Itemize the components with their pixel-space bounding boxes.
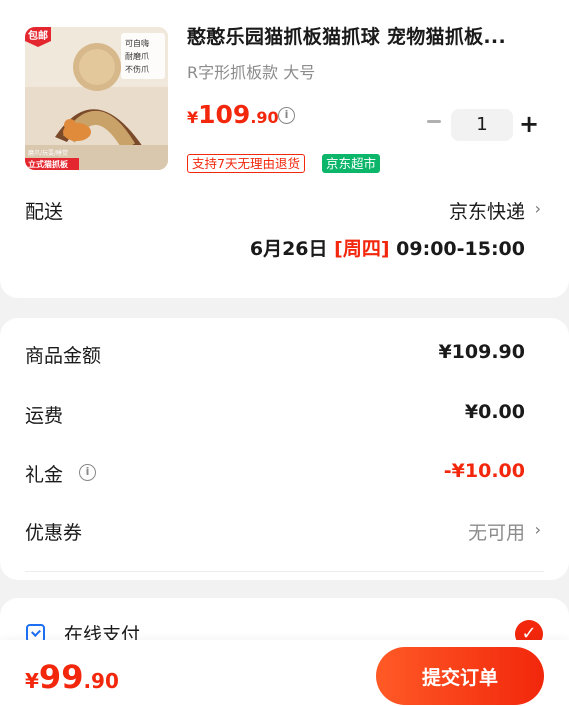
product-spec[interactable]: R字形抓板款 大号 xyxy=(187,59,315,83)
price-decimal: .90 xyxy=(250,108,279,127)
shipping-label: 运费 xyxy=(25,405,64,427)
svg-text:不伤爪: 不伤爪 xyxy=(125,64,149,74)
product-card: 包邮 可自嗨 耐磨爪 不伤爪 磨爪/玩耍/睡觉 立式猫抓板 憨憨乐园猫抓板猫抓球… xyxy=(0,0,569,298)
price-info-icon[interactable]: i xyxy=(278,107,295,124)
delivery-window: 09:00-15:00 xyxy=(396,238,525,260)
chevron-right-icon[interactable]: › xyxy=(535,199,541,218)
goods-amount-value: ¥109.90 xyxy=(438,341,525,363)
quantity-plus-button[interactable]: + xyxy=(519,112,539,136)
submit-order-button[interactable]: 提交订单 xyxy=(376,647,544,705)
jd-supermarket-tag: 京东超市 xyxy=(322,154,381,173)
svg-text:包邮: 包邮 xyxy=(28,29,48,42)
svg-text:立式猫抓板: 立式猫抓板 xyxy=(28,159,69,169)
total-price: ¥99.90 xyxy=(25,658,119,696)
product-title[interactable]: 憨憨乐园猫抓板猫抓球 宠物猫抓板... xyxy=(187,22,547,49)
price-currency: ¥ xyxy=(187,108,199,127)
total-currency: ¥ xyxy=(25,669,39,693)
delivery-weekday: [周四] xyxy=(334,238,390,260)
delivery-date: 6月26日 xyxy=(249,238,328,260)
delivery-carrier[interactable]: 京东快递 xyxy=(449,197,525,224)
price-integer: 109 xyxy=(198,100,251,129)
goods-amount-label: 商品金额 xyxy=(25,345,102,367)
svg-text:可自嗨: 可自嗨 xyxy=(125,38,149,48)
chevron-right-icon[interactable]: › xyxy=(535,520,541,539)
quantity-minus-button[interactable] xyxy=(427,120,441,123)
product-image[interactable]: 包邮 可自嗨 耐磨爪 不伤爪 磨爪/玩耍/睡觉 立式猫抓板 xyxy=(25,27,168,170)
gift-label: 礼金 xyxy=(25,464,64,486)
delivery-label: 配送 xyxy=(25,201,64,223)
svg-text:磨爪/玩耍/睡觉: 磨爪/玩耍/睡觉 xyxy=(28,149,68,157)
total-integer: 99 xyxy=(38,658,84,696)
coupon-value[interactable]: 无可用 xyxy=(468,518,525,545)
shipping-value: ¥0.00 xyxy=(464,401,525,423)
divider xyxy=(25,571,544,572)
svg-text:耐磨爪: 耐磨爪 xyxy=(125,51,149,61)
delivery-time[interactable]: 6月26日 [周四] 09:00-15:00 xyxy=(250,234,525,261)
coupon-label: 优惠券 xyxy=(25,522,83,544)
gift-info-icon[interactable]: i xyxy=(79,464,96,481)
checkout-bar: ¥99.90 提交订单 xyxy=(0,640,569,706)
quantity-input[interactable]: 1 xyxy=(451,109,513,141)
gift-value: -¥10.00 xyxy=(443,460,525,482)
total-decimal: .90 xyxy=(83,669,119,693)
return-policy-tag: 支持7天无理由退货 xyxy=(187,154,305,173)
order-summary-card: 商品金额 ¥109.90 运费 ¥0.00 礼金 i -¥10.00 优惠券 无… xyxy=(0,318,569,580)
product-price: ¥109.90 xyxy=(187,100,279,129)
